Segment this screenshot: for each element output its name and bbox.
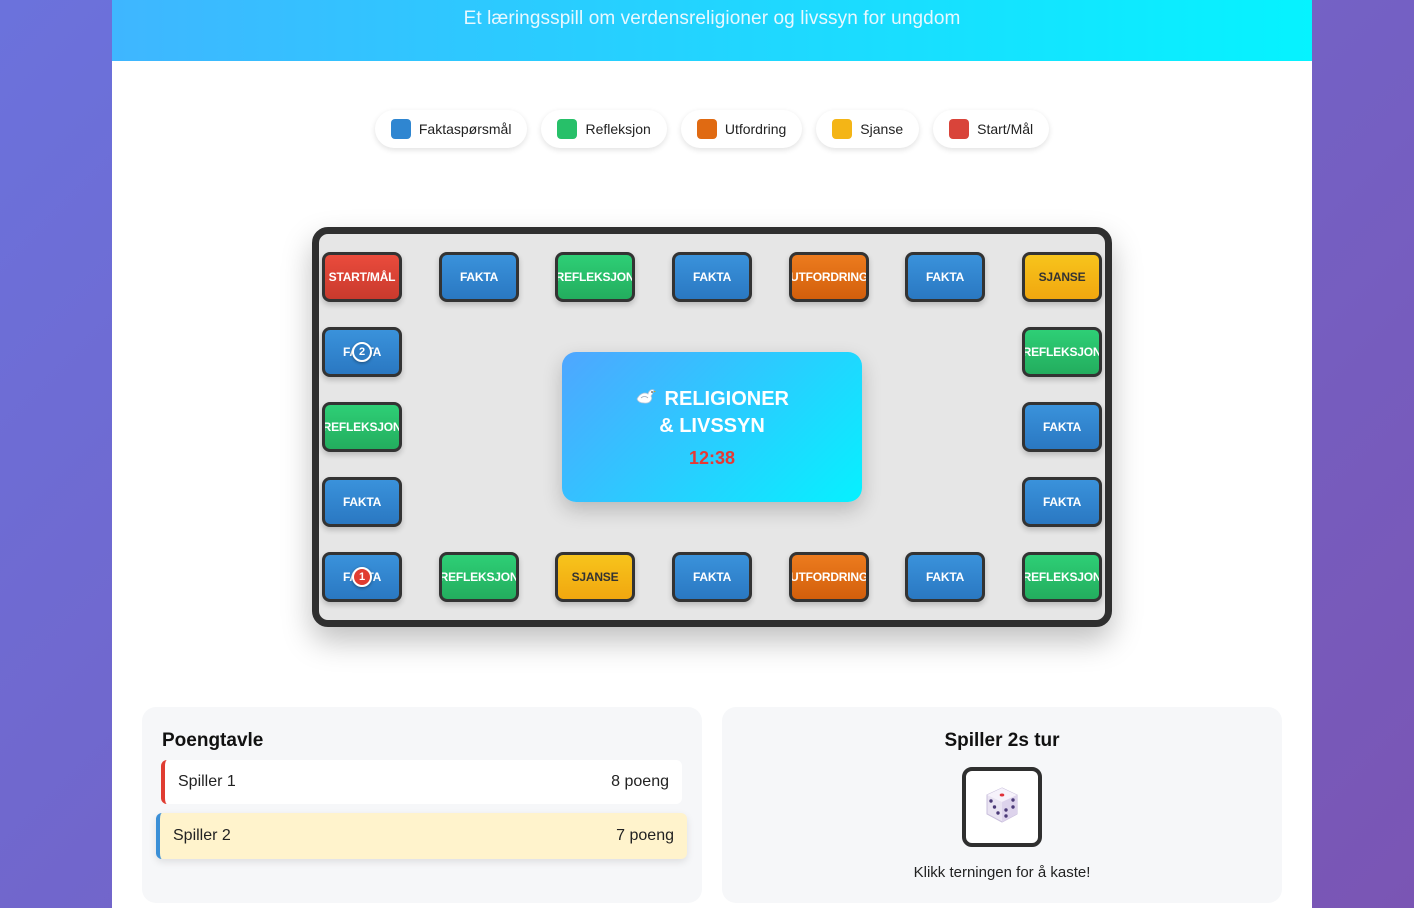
player-name: Spiller 2: [173, 827, 231, 844]
tile-start: START/MÅL: [322, 252, 402, 302]
legend-label: Utfordring: [724, 121, 787, 137]
center-card: RELIGIONER & LIVSSYN 12:38: [562, 352, 862, 502]
tile-utfordring: UTFORDRING: [789, 252, 869, 302]
center-title-text: RELIGIONER & LIVSSYN: [659, 387, 789, 437]
dice-hint: Klikk terningen for å kaste!: [913, 864, 1091, 881]
score-row-player-2: Spiller 2 7 poeng: [156, 813, 687, 859]
legend-item-start: Start/Mål: [933, 110, 1050, 148]
tile-fakta: FAKTA: [1022, 477, 1102, 527]
tile-refleksjon: REFLEKSJON: [322, 402, 402, 452]
legend-label: Sjanse: [860, 121, 904, 137]
timer: 12:38: [688, 447, 736, 468]
tile-fakta: FAKTA: [905, 552, 985, 602]
legend-label: Start/Mål: [977, 121, 1034, 137]
tile-fakta: FAKTA: [439, 252, 519, 302]
tile-fakta: FAKTA: [672, 252, 752, 302]
tile-fakta: FAKTA: [672, 552, 752, 602]
legend: Faktaspørsmål Refleksjon Utfordring Sjan…: [112, 110, 1312, 148]
player-score: 7 poeng: [616, 827, 674, 844]
turn-panel: Spiller 2s tur Klikk terningen for å kas…: [722, 707, 1282, 903]
game-container: Et læringsspill om verdensreligioner og …: [112, 0, 1312, 908]
legend-item-utfordring: Utfordring: [680, 110, 803, 148]
tile-refleksjon: REFLEKSJON: [439, 552, 519, 602]
tile-refleksjon: REFLEKSJON: [1022, 327, 1102, 377]
legend-swatch: [832, 119, 853, 139]
tile-fakta: FAKTA: [905, 252, 985, 302]
legend-swatch: [696, 119, 717, 139]
legend-item-fakta: Faktaspørsmål: [374, 110, 528, 148]
tile-refleksjon: REFLEKSJON: [555, 252, 635, 302]
legend-item-refleksjon: Refleksjon: [541, 110, 667, 148]
dice-icon: [982, 785, 1022, 830]
legend-swatch: [557, 119, 578, 139]
player-name: Spiller 1: [178, 773, 236, 790]
header: Et læringsspill om verdensreligioner og …: [112, 0, 1312, 61]
dove-icon: [635, 388, 665, 410]
dice-button[interactable]: [962, 767, 1042, 847]
scoreboard-title: Poengtavle: [162, 730, 264, 751]
legend-swatch: [390, 119, 411, 139]
scoreboard-panel: Poengtavle Spiller 1 8 poeng Spiller 2 7…: [142, 707, 702, 903]
legend-item-sjanse: Sjanse: [816, 110, 920, 148]
tile-sjanse: SJANSE: [1022, 252, 1102, 302]
legend-swatch: [949, 119, 970, 139]
player-score: 8 poeng: [611, 773, 669, 790]
tile-utfordring: UTFORDRING: [789, 552, 869, 602]
game-board: START/MÅL FAKTA REFLEKSJON FAKTA UTFORDR…: [312, 227, 1112, 627]
tile-refleksjon: REFLEKSJON: [1022, 552, 1102, 602]
legend-label: Faktaspørsmål: [418, 121, 512, 137]
player-1-token: 1: [352, 567, 372, 587]
tile-sjanse: SJANSE: [555, 552, 635, 602]
center-title: RELIGIONER & LIVSSYN: [627, 386, 797, 440]
score-row-player-1: Spiller 1 8 poeng: [161, 760, 682, 804]
subtitle: Et læringsspill om verdensreligioner og …: [463, 8, 961, 29]
tile-fakta: FAKTA: [322, 477, 402, 527]
legend-label: Refleksjon: [585, 121, 651, 137]
player-2-token: 2: [352, 342, 372, 362]
tile-fakta: FAKTA: [1022, 402, 1102, 452]
turn-title: Spiller 2s tur: [944, 730, 1060, 751]
